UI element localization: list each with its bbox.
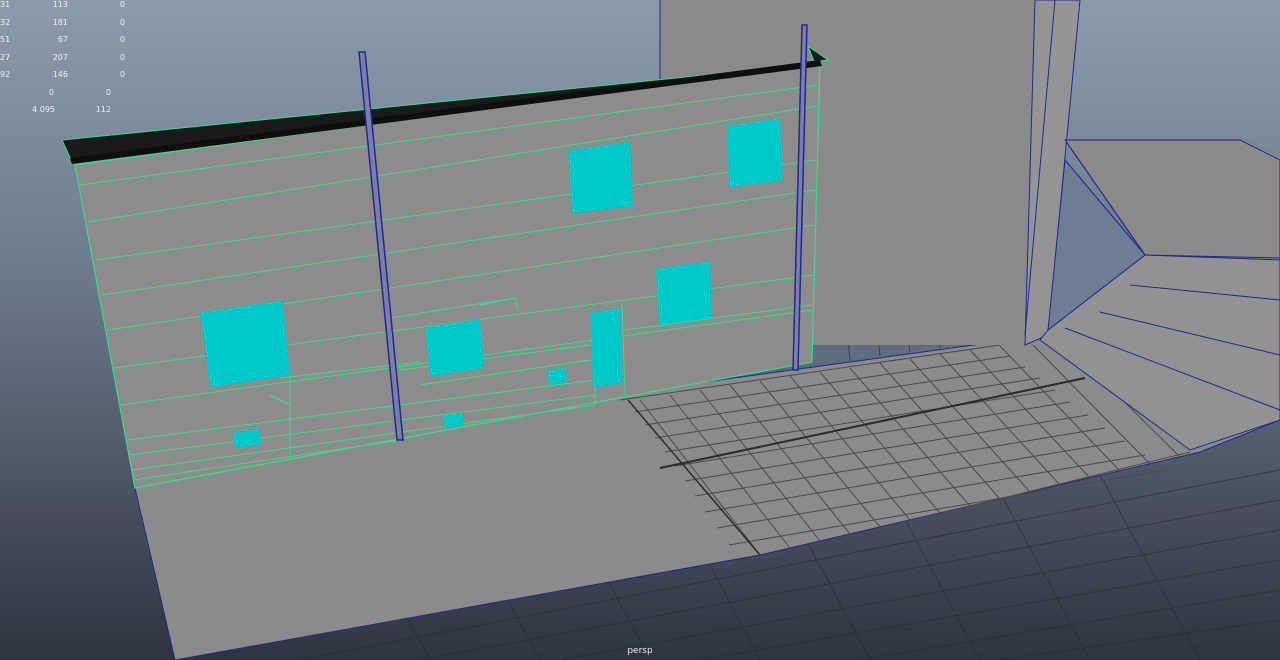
poly-count-hud: 31 113 0 32 181 0 51 67 0 27 207 0 92 14… (0, 0, 140, 119)
hud-value: 0 (105, 87, 111, 97)
hud-value: 0 (119, 17, 125, 27)
window-face[interactable] (568, 141, 633, 213)
hud-row: 51 67 0 (0, 31, 140, 49)
window-face[interactable] (656, 261, 712, 325)
hud-row: 92 146 0 (0, 66, 140, 84)
hud-row: 27 207 0 (0, 49, 140, 67)
scene-render[interactable] (0, 0, 1280, 660)
hud-row: 0 0 (0, 84, 140, 102)
hud-row: 31 113 0 (0, 0, 140, 14)
hud-value: 0 (119, 35, 125, 44)
door-face[interactable] (590, 308, 622, 387)
perspective-viewport[interactable]: 31 113 0 32 181 0 51 67 0 27 207 0 92 14… (0, 0, 1280, 660)
window-face[interactable] (727, 118, 782, 187)
hud-value: 0 (119, 70, 125, 79)
window-face[interactable] (425, 319, 484, 376)
hud-value: 0 (119, 0, 125, 9)
hud-value: 112 (95, 105, 111, 114)
hud-value: 0 (119, 52, 125, 62)
camera-label: persp (627, 646, 653, 656)
small-window-face[interactable] (547, 367, 567, 385)
window-face[interactable] (200, 300, 290, 387)
hud-row: 32 181 0 (0, 14, 140, 32)
hud-row: 4 095 112 (0, 101, 140, 119)
